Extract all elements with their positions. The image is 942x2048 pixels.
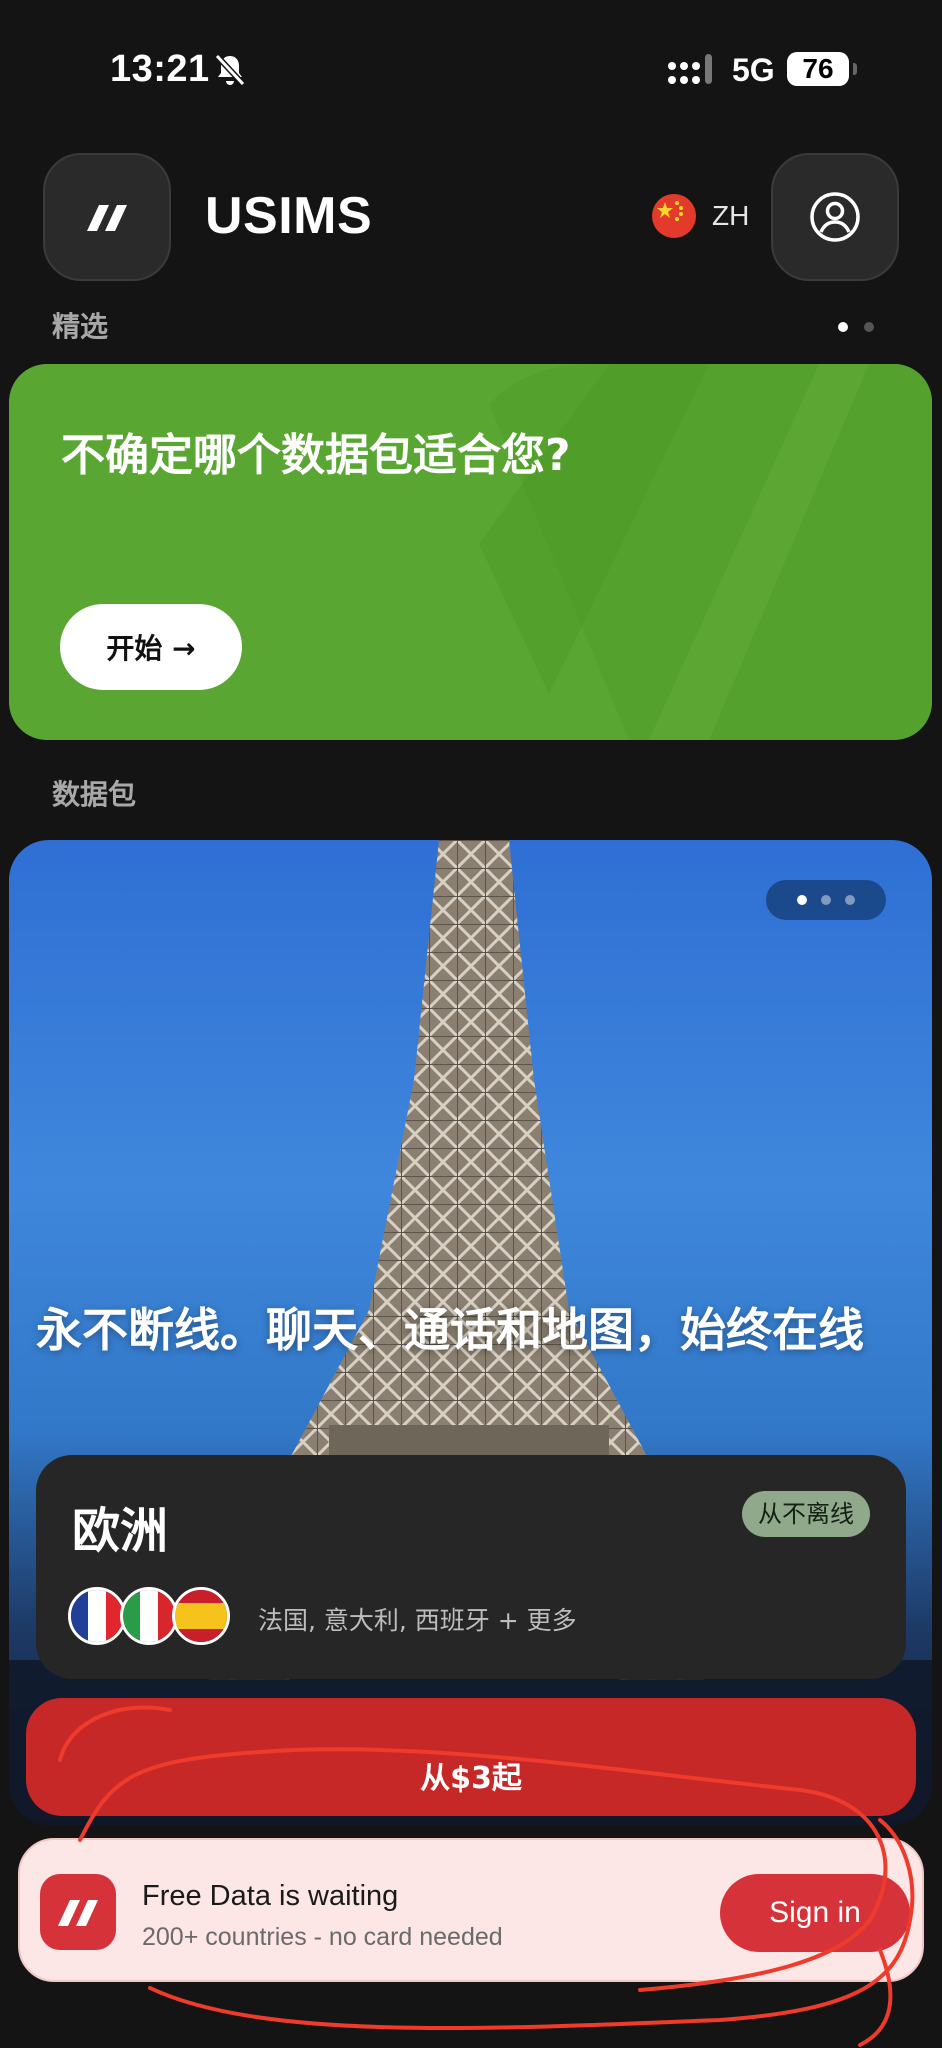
pager-dot[interactable] [821, 895, 831, 905]
pager-dot[interactable] [845, 895, 855, 905]
promo-title: 不确定哪个数据包适合您? [61, 430, 571, 481]
region-card[interactable]: 欧洲 从不离线 法国, 意大利, 西班牙 + 更多 [36, 1455, 906, 1679]
battery-icon: 76 [787, 52, 857, 86]
banner-subtitle: 200+ countries - no card needed [142, 1923, 503, 1951]
profile-icon [810, 192, 860, 242]
package-tagline: 永不断线。聊天、通话和地图，始终在线 [36, 1303, 864, 1357]
status-bar: 13:21 5G 76 [0, 0, 942, 140]
flag-it-icon [120, 1587, 178, 1645]
language-switch[interactable]: ZH [652, 194, 749, 238]
signal-icon [668, 54, 712, 84]
profile-button[interactable] [771, 153, 899, 281]
signin-button[interactable]: Sign in [720, 1874, 910, 1952]
signin-banner: Free Data is waiting 200+ countries - no… [18, 1838, 924, 1982]
flag-fr-icon [68, 1587, 126, 1645]
pager-dot[interactable] [864, 322, 874, 332]
featured-pager[interactable] [838, 322, 874, 332]
app-title: USIMS [205, 187, 373, 245]
status-badge: 从不离线 [742, 1491, 870, 1537]
promo-card[interactable]: 不确定哪个数据包适合您? 开始 → [9, 364, 932, 740]
network-type: 5G [732, 52, 775, 88]
flag-es-icon [172, 1587, 230, 1645]
featured-section-label: 精选 [52, 310, 109, 343]
logo-icon [87, 205, 127, 231]
logo-button[interactable] [43, 153, 171, 281]
pager-dot[interactable] [797, 895, 807, 905]
country-flags [68, 1587, 230, 1645]
banner-title: Free Data is waiting [142, 1880, 399, 1912]
country-list: 法国, 意大利, 西班牙 + 更多 [258, 1606, 577, 1635]
price-button[interactable]: 从$3起 [26, 1698, 916, 1816]
pager-dot[interactable] [838, 322, 848, 332]
region-name: 欧洲 [72, 1503, 169, 1559]
package-card[interactable]: 永不断线。聊天、通话和地图，始终在线 欧洲 从不离线 法国, 意大利, 西班牙 … [9, 840, 932, 1825]
app-header: USIMS ZH [0, 150, 942, 285]
start-button[interactable]: 开始 → [60, 604, 242, 690]
bell-muted-icon [214, 53, 246, 87]
flag-cn-icon [652, 194, 696, 238]
package-pager[interactable] [766, 880, 886, 920]
status-time: 13:21 [110, 48, 210, 90]
language-code: ZH [712, 200, 750, 231]
packages-section-label: 数据包 [52, 778, 137, 811]
banner-logo-icon [40, 1874, 116, 1950]
